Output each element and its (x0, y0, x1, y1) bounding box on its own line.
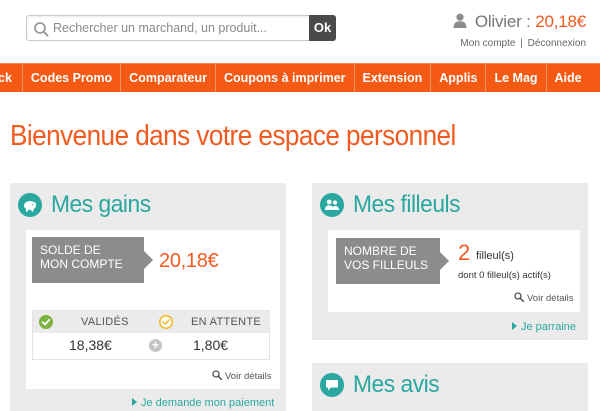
magnifier-icon (212, 370, 223, 381)
balance-label: SOLDE DE MON COMPTE (32, 237, 153, 283)
account-links: Mon compte | Déconnexion (453, 38, 586, 49)
nav-item-comparateur[interactable]: Comparateur (121, 64, 216, 92)
avis-title: Mes avis (353, 371, 440, 398)
site-header: Ok Olivier : 20,18€ Mon compte | Déconne… (0, 0, 600, 62)
nav-item-cashback[interactable]: ck (0, 64, 23, 92)
filleuls-label-line1: NOMBRE DE (344, 244, 417, 258)
filleuls-title: Mes filleuls (353, 191, 461, 218)
filleuls-card: NOMBRE DE VOS FILLEULS 2 filleul(s) dont… (328, 230, 580, 312)
balance-label-line2: MON COMPTE (40, 257, 123, 271)
filleuls-unit: filleul(s) (476, 250, 514, 262)
request-payment-label: Je demande mon paiement (141, 397, 275, 409)
filleuls-details-label: Voir détails (527, 293, 574, 304)
filleuls-label-line2: VOS FILLEULS (344, 258, 429, 272)
header-balance: 20,18€ (535, 12, 586, 31)
search-input[interactable] (53, 18, 308, 38)
sponsor-label: Je parraine (521, 321, 577, 333)
filleuls-active-text: dont 0 filleul(s) actif(s) (458, 270, 551, 281)
page-title: Bienvenue dans votre espace personnel (10, 120, 456, 152)
search-submit-button[interactable]: Ok (309, 15, 336, 41)
validated-label: VALIDÉS (81, 316, 129, 328)
pending-value: 1,80€ (193, 337, 229, 353)
validated-value: 18,38€ (69, 337, 112, 353)
account-links-separator: | (520, 38, 523, 49)
search-bar[interactable]: Ok (26, 15, 336, 41)
gains-details-label: Voir détails (225, 371, 272, 382)
logout-link[interactable]: Déconnexion (528, 38, 586, 49)
sponsor-link[interactable]: Je parraine (512, 321, 576, 333)
status-table-values: 18,38€ + 1,80€ (33, 333, 269, 359)
avis-panel-header: Mes avis (320, 371, 444, 399)
nav-item-extension[interactable]: Extension (355, 64, 432, 92)
request-payment-link[interactable]: Je demande mon paiement (132, 397, 274, 409)
filleuls-count: 2 (458, 240, 471, 265)
nav-item-codes-promo[interactable]: Codes Promo (23, 64, 122, 92)
my-account-link[interactable]: Mon compte (460, 38, 515, 49)
filleuls-details-link[interactable]: Voir détails (514, 292, 573, 304)
user-separator: : (526, 12, 531, 31)
user-icon (453, 13, 467, 28)
gains-title: Mes gains (51, 191, 151, 218)
user-name: Olivier (474, 12, 522, 31)
gains-panel-header: Mes gains (18, 191, 156, 219)
people-icon (320, 193, 344, 217)
nav-item-le-mag[interactable]: Le Mag (486, 64, 547, 92)
status-table-header: VALIDÉS EN ATTENTE (33, 311, 269, 333)
gains-status-table: VALIDÉS EN ATTENTE 18,38€ + 1,80€ (32, 310, 270, 360)
piggy-bank-icon (18, 193, 42, 217)
nav-item-applis[interactable]: Applis (431, 64, 487, 92)
gains-panel: Mes gains SOLDE DE MON COMPTE 20,18€ VAL… (10, 183, 286, 411)
pending-clock-icon (159, 315, 173, 329)
validated-check-icon (39, 315, 53, 329)
balance-value: 20,18€ (159, 250, 219, 272)
filleuls-panel: Mes filleuls NOMBRE DE VOS FILLEULS 2 fi… (312, 183, 588, 340)
search-icon (33, 21, 49, 37)
main-nav: ck Codes Promo Comparateur Coupons à imp… (0, 63, 600, 92)
filleuls-count-label: NOMBRE DE VOS FILLEULS (336, 238, 449, 284)
nav-item-coupons[interactable]: Coupons à imprimer (216, 64, 355, 92)
speech-bubble-icon (320, 373, 344, 397)
user-account-box: Olivier : 20,18€ Mon compte | Déconnexio… (453, 12, 586, 49)
magnifier-icon (514, 292, 525, 303)
gains-details-link[interactable]: Voir détails (212, 370, 271, 382)
user-summary: Olivier : 20,18€ (453, 12, 586, 32)
gains-card: SOLDE DE MON COMPTE 20,18€ VALIDÉS EN AT… (26, 230, 280, 389)
arrow-right-icon (512, 322, 517, 330)
pending-label: EN ATTENTE (191, 316, 262, 328)
filleuls-panel-header: Mes filleuls (320, 191, 466, 219)
arrow-right-icon (132, 398, 137, 406)
balance-label-line1: SOLDE DE (40, 243, 101, 257)
plus-icon: + (149, 339, 162, 352)
nav-item-aide[interactable]: Aide (547, 64, 590, 92)
avis-panel: Mes avis (312, 363, 588, 411)
